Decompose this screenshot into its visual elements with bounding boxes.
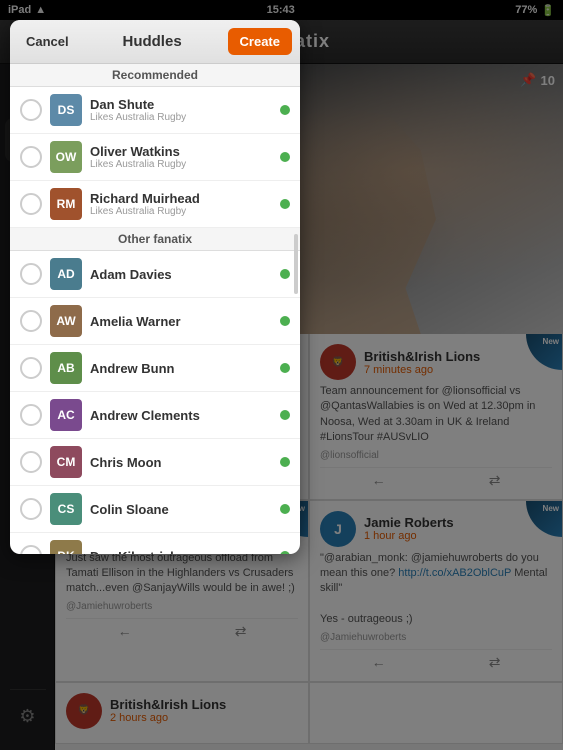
scroll-indicator [294,234,298,294]
contact-status-andrew-bunn [280,363,290,373]
contact-status-dan-kilpatrick [280,551,290,554]
contact-name-dan-shute: Dan Shute [90,97,280,112]
create-button[interactable]: Create [228,28,292,55]
contact-avatar-colin-sloane: CS [50,493,82,525]
contact-info-richard-muirhead: Richard Muirhead Likes Australia Rugby [90,191,280,217]
contact-sub-oliver-watkins: Likes Australia Rugby [90,159,280,170]
contact-avatar-andrew-bunn: AB [50,352,82,384]
contact-info-andrew-bunn: Andrew Bunn [90,361,280,376]
contact-item-colin-sloane[interactable]: CS Colin Sloane [10,486,300,533]
contact-radio-dan-shute[interactable] [20,99,42,121]
contact-avatar-andrew-clements: AC [50,399,82,431]
contact-name-chris-moon: Chris Moon [90,455,280,470]
contact-name-amelia-warner: Amelia Warner [90,314,280,329]
contact-name-andrew-clements: Andrew Clements [90,408,280,423]
contact-name-colin-sloane: Colin Sloane [90,502,280,517]
contact-list[interactable]: Recommended DS Dan Shute Likes Australia… [10,64,300,554]
contact-avatar-dan-kilpatrick: DK [50,540,82,554]
section-header-recommended: Recommended [10,64,300,87]
contact-name-richard-muirhead: Richard Muirhead [90,191,280,206]
contact-avatar-adam-davies: AD [50,258,82,290]
contact-name-adam-davies: Adam Davies [90,267,280,282]
contact-status-richard-muirhead [280,199,290,209]
contact-sub-dan-shute: Likes Australia Rugby [90,112,280,123]
contact-info-chris-moon: Chris Moon [90,455,280,470]
contact-info-oliver-watkins: Oliver Watkins Likes Australia Rugby [90,144,280,170]
huddles-modal: Cancel Huddles Create Recommended DS Dan… [10,20,300,554]
cancel-button[interactable]: Cancel [18,30,77,53]
contact-status-andrew-clements [280,410,290,420]
contact-item-oliver-watkins[interactable]: OW Oliver Watkins Likes Australia Rugby [10,134,300,181]
contact-radio-colin-sloane[interactable] [20,498,42,520]
contact-info-andrew-clements: Andrew Clements [90,408,280,423]
contact-radio-andrew-bunn[interactable] [20,357,42,379]
contact-avatar-dan-shute: DS [50,94,82,126]
contact-avatar-richard-muirhead: RM [50,188,82,220]
contact-radio-amelia-warner[interactable] [20,310,42,332]
contact-radio-oliver-watkins[interactable] [20,146,42,168]
contact-status-oliver-watkins [280,152,290,162]
contact-info-amelia-warner: Amelia Warner [90,314,280,329]
contact-radio-dan-kilpatrick[interactable] [20,545,42,554]
contact-avatar-amelia-warner: AW [50,305,82,337]
contact-avatar-oliver-watkins: OW [50,141,82,173]
contact-info-colin-sloane: Colin Sloane [90,502,280,517]
contact-item-dan-shute[interactable]: DS Dan Shute Likes Australia Rugby [10,87,300,134]
contact-sub-richard-muirhead: Likes Australia Rugby [90,206,280,217]
contact-avatar-chris-moon: CM [50,446,82,478]
contact-radio-chris-moon[interactable] [20,451,42,473]
contact-status-adam-davies [280,269,290,279]
contact-radio-adam-davies[interactable] [20,263,42,285]
contact-status-chris-moon [280,457,290,467]
contact-item-adam-davies[interactable]: AD Adam Davies [10,251,300,298]
contact-name-dan-kilpatrick: Dan Kilpatrick [90,549,280,555]
contact-item-andrew-bunn[interactable]: AB Andrew Bunn [10,345,300,392]
contact-name-oliver-watkins: Oliver Watkins [90,144,280,159]
contact-item-dan-kilpatrick[interactable]: DK Dan Kilpatrick [10,533,300,554]
contact-info-dan-kilpatrick: Dan Kilpatrick [90,549,280,555]
contact-status-dan-shute [280,105,290,115]
contact-name-andrew-bunn: Andrew Bunn [90,361,280,376]
contact-radio-andrew-clements[interactable] [20,404,42,426]
modal-header: Cancel Huddles Create [10,20,300,64]
contact-info-dan-shute: Dan Shute Likes Australia Rugby [90,97,280,123]
contact-item-richard-muirhead[interactable]: RM Richard Muirhead Likes Australia Rugb… [10,181,300,228]
modal-title: Huddles [122,33,181,50]
contact-item-amelia-warner[interactable]: AW Amelia Warner [10,298,300,345]
contact-info-adam-davies: Adam Davies [90,267,280,282]
contact-radio-richard-muirhead[interactable] [20,193,42,215]
contact-status-amelia-warner [280,316,290,326]
contact-item-andrew-clements[interactable]: AC Andrew Clements [10,392,300,439]
contact-item-chris-moon[interactable]: CM Chris Moon [10,439,300,486]
contact-status-colin-sloane [280,504,290,514]
section-header-other: Other fanatix [10,228,300,251]
